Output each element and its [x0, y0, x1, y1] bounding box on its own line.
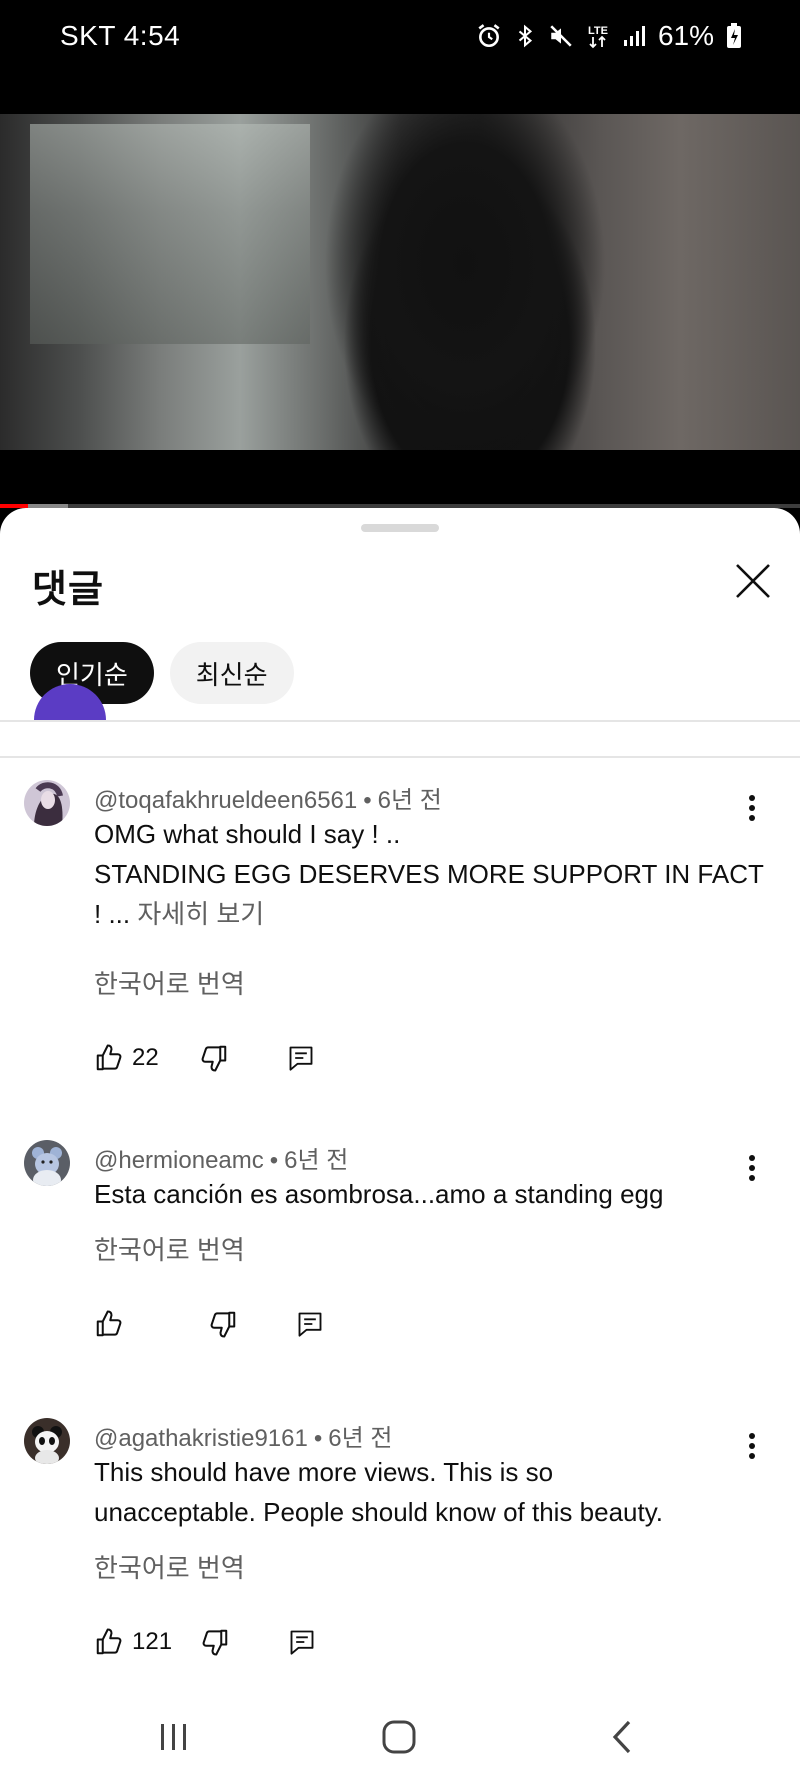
home-button[interactable]	[369, 1712, 429, 1762]
dislike-button[interactable]	[199, 1043, 229, 1073]
back-icon	[612, 1720, 631, 1754]
close-icon	[736, 564, 770, 598]
comment-actions	[94, 1304, 324, 1344]
mute-icon	[548, 23, 574, 49]
see-more-link[interactable]: 자세히 보기	[137, 899, 264, 929]
lte-label: LTE	[588, 25, 608, 37]
like-button[interactable]	[94, 1309, 132, 1339]
comment-meta: @toqafakhrueldeen6561 • 6년 전	[94, 787, 442, 814]
reply-icon	[289, 1046, 313, 1071]
thumbs-up-icon	[96, 1628, 122, 1655]
like-button[interactable]: 121	[94, 1627, 172, 1657]
anime-girl-avatar-icon[interactable]	[24, 780, 70, 826]
status-carrier-time: SKT 4:54	[60, 20, 181, 51]
reply-button[interactable]	[288, 1628, 316, 1656]
comment-time: 6년 전	[377, 787, 442, 814]
reply-button[interactable]	[287, 1044, 315, 1072]
translate-link[interactable]: 한국어로 번역	[94, 964, 245, 1001]
home-icon	[382, 1720, 416, 1754]
thumbs-down-icon	[202, 1629, 228, 1656]
battery-percent: 61%	[657, 20, 714, 51]
status-icons: LTE 61%	[476, 20, 742, 52]
reply-button[interactable]	[296, 1310, 324, 1338]
video-frame[interactable]	[0, 114, 800, 450]
close-button[interactable]	[728, 556, 778, 606]
comment-author[interactable]: @hermioneamc	[94, 1147, 264, 1174]
back-button[interactable]	[592, 1712, 652, 1762]
thumbs-up-icon	[96, 1310, 122, 1337]
video-player[interactable]	[0, 74, 800, 510]
comment-author[interactable]: @toqafakhrueldeen6561	[94, 787, 357, 814]
panda-avatar-icon[interactable]	[24, 1418, 70, 1464]
comment-item: @hermioneamc • 6년 전 Esta canción es asombr…	[0, 1140, 800, 1380]
comment-actions: 22	[94, 1038, 315, 1078]
divider	[0, 756, 800, 758]
comment-time: 6년 전	[284, 1147, 349, 1174]
comment-time: 6년 전	[328, 1425, 393, 1452]
thumbs-up-icon	[96, 1044, 122, 1071]
lte-icon: LTE	[586, 22, 610, 50]
dislike-button[interactable]	[200, 1627, 230, 1657]
comment-line: OMG what should I say ! ..	[94, 819, 401, 849]
recent-apps-button[interactable]	[144, 1712, 204, 1762]
comment-text: Esta canción es asombrosa...amo a standi…	[94, 1174, 754, 1214]
comment-line: This should have more views. This is so	[94, 1457, 554, 1487]
battery-charging-icon	[726, 23, 742, 49]
recent-apps-icon	[161, 1724, 186, 1750]
comments-title: 댓글	[32, 569, 104, 611]
comment-item: @agathakristie9161 • 6년 전 This should have…	[0, 1418, 800, 1698]
like-button[interactable]: 22	[94, 1043, 159, 1073]
comment-meta: @agathakristie9161 • 6년 전	[94, 1425, 393, 1452]
teddy-bear-avatar-icon[interactable]	[24, 1140, 70, 1186]
comments-sheet: 댓글 인기순 최신순 @toqafakhrueldeen6561 • 6년 전 OM…	[0, 508, 800, 1698]
comment-meta: @hermioneamc • 6년 전	[94, 1147, 349, 1174]
like-count: 22	[132, 1044, 159, 1071]
comment-line: unacceptable. People should know of this…	[94, 1497, 664, 1527]
comment-item: @toqafakhrueldeen6561 • 6년 전 OMG what shou…	[0, 780, 800, 1100]
alarm-icon	[476, 23, 502, 49]
chip-newest[interactable]: 최신순	[169, 642, 294, 704]
reply-icon	[290, 1630, 314, 1655]
reply-icon	[298, 1312, 322, 1337]
comment-line: Esta canción es asombrosa...amo a standi…	[94, 1179, 664, 1209]
like-count: 121	[132, 1628, 173, 1655]
comment-line: ! ...	[94, 899, 131, 929]
translate-link[interactable]: 한국어로 번역	[94, 1230, 245, 1267]
comment-actions: 121	[94, 1622, 316, 1662]
status-bar: SKT 4:54 LTE 61%	[0, 0, 800, 74]
dislike-button[interactable]	[208, 1309, 238, 1339]
system-nav-bar	[0, 1698, 800, 1778]
comment-line: STANDING EGG DESERVES MORE SUPPORT IN FA…	[94, 859, 764, 889]
thumbs-down-icon	[201, 1045, 226, 1072]
comment-text: OMG what should I say ! .. STANDING EGG …	[94, 814, 764, 934]
thumbs-down-icon	[210, 1311, 236, 1338]
bluetooth-icon	[514, 23, 536, 49]
comment-author[interactable]: @agathakristie9161	[94, 1425, 308, 1452]
translate-link[interactable]: 한국어로 번역	[94, 1548, 245, 1585]
drag-handle[interactable]	[361, 524, 439, 532]
signal-icon	[622, 24, 646, 48]
comment-text: This should have more views. This is so …	[94, 1452, 754, 1532]
